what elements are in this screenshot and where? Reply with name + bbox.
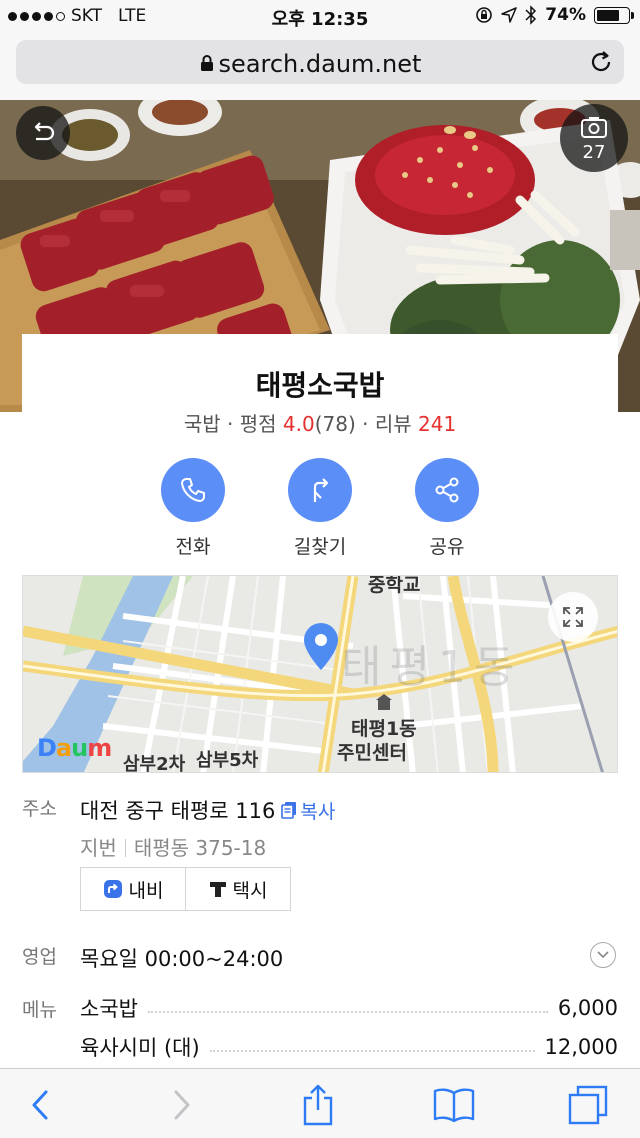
menu-leader	[147, 1011, 548, 1013]
menu-item-price: 6,000	[557, 996, 618, 1020]
hours-value: 목요일 00:00~24:00	[80, 947, 284, 971]
chevron-down-icon	[597, 951, 609, 959]
url-text: search.daum.net	[218, 50, 422, 78]
bluetooth-icon	[525, 5, 537, 25]
location-map[interactable]: 중학교 태평1동 태평1동 주민센터 삼부2차 삼부5차 Daum	[22, 575, 618, 773]
photo-count: 27	[582, 142, 606, 163]
copy-address-button[interactable]: 복사	[281, 797, 335, 824]
browser-forward-button[interactable]	[160, 1083, 204, 1127]
review-label[interactable]: 리뷰	[375, 412, 412, 436]
photo-gallery-button[interactable]: 27	[560, 104, 628, 172]
review-count[interactable]: 241	[418, 412, 456, 436]
navi-button[interactable]: 내비	[81, 868, 185, 910]
browser-back-button[interactable]	[18, 1083, 62, 1127]
lot-address: 지번 태평동 375-18	[80, 832, 266, 861]
copy-label: 복사	[300, 800, 336, 823]
taxi-button[interactable]: 택시	[185, 868, 290, 910]
map-area-watermark: 태평1동	[341, 642, 523, 693]
url-bar[interactable]: search.daum.net	[16, 40, 624, 84]
phone-icon	[181, 478, 205, 502]
action-buttons: 전화 길찾기 공유	[0, 458, 640, 558]
taxi-icon	[209, 882, 226, 897]
browser-address-area: search.daum.net	[0, 34, 640, 100]
reload-icon[interactable]	[588, 49, 614, 75]
hours-expand-button[interactable]	[590, 942, 616, 968]
menu-item-name: 소국밥	[80, 997, 138, 1021]
menu-item-price: 12,000	[544, 1035, 618, 1059]
battery-fill	[597, 9, 620, 21]
map-label-samboo5: 삼부5차	[196, 750, 259, 771]
back-button[interactable]	[16, 106, 70, 160]
menu-item: 소국밥 6,000	[80, 993, 618, 1023]
book-icon	[433, 1088, 475, 1123]
taxi-label: 택시	[232, 879, 268, 902]
call-label: 전화	[175, 536, 211, 558]
share-sheet-button[interactable]	[296, 1083, 340, 1127]
status-right: 74%	[475, 5, 634, 25]
address-value: 대전 중구 태평로 116	[80, 799, 276, 823]
share-sheet-icon	[303, 1084, 333, 1126]
menu-leader	[209, 1050, 535, 1052]
place-category: 국밥	[183, 412, 221, 436]
copy-icon	[281, 802, 297, 819]
tabs-icon	[568, 1085, 608, 1125]
share-button[interactable]: 공유	[387, 458, 507, 559]
place-summary: 국밥 · 평점 4.0(78) · 리뷰 241	[183, 412, 457, 436]
orientation-lock-icon	[476, 7, 493, 23]
map-label-school: 중학교	[368, 575, 421, 596]
lot-label: 지번	[80, 836, 117, 860]
chevron-left-icon	[32, 1090, 48, 1120]
rating-value: 4.0	[282, 412, 315, 436]
share-icon	[435, 477, 459, 503]
share-label: 공유	[429, 536, 465, 558]
rating-label: 평점	[239, 412, 277, 436]
directions-icon	[313, 478, 329, 502]
menu-label: 메뉴	[22, 999, 57, 1021]
place-title: 태평소국밥	[255, 369, 385, 402]
map-label-center-line2: 주민센터	[337, 742, 407, 764]
directions-label: 길찾기	[293, 536, 347, 558]
menu-item-name: 육사시미 (대)	[80, 1036, 200, 1060]
navi-icon	[103, 880, 122, 898]
rating-count: (78)	[314, 412, 356, 436]
navigation-options: 내비 택시	[80, 867, 291, 911]
map-label-center-line1: 태평1동	[351, 718, 417, 740]
menu-item: 육사시미 (대) 12,000	[80, 1032, 618, 1062]
map-expand-button[interactable]	[548, 592, 598, 642]
map-label-samboo2: 삼부2차	[123, 754, 186, 773]
map-canvas	[23, 576, 617, 772]
directions-button[interactable]: 길찾기	[260, 458, 380, 559]
address-row: 대전 중구 태평로 116 복사	[80, 795, 335, 825]
tabs-button[interactable]	[566, 1083, 610, 1127]
lot-value: 태평동 375-18	[133, 836, 267, 860]
bookmarks-button[interactable]	[432, 1083, 476, 1127]
chevron-right-icon	[174, 1090, 190, 1120]
location-arrow-icon	[501, 7, 518, 23]
battery-icon	[594, 6, 634, 24]
navi-label: 내비	[128, 879, 164, 902]
address-label: 주소	[22, 798, 57, 820]
status-bar: SKT LTE 오후 12:35 74%	[0, 0, 640, 34]
daum-map-logo: Daum	[37, 734, 112, 762]
browser-toolbar	[0, 1068, 640, 1138]
call-button[interactable]: 전화	[133, 458, 253, 559]
hours-label: 영업	[22, 946, 57, 968]
battery-percent: 74%	[545, 5, 586, 25]
expand-icon	[563, 607, 583, 627]
back-arrow-icon	[34, 122, 55, 141]
